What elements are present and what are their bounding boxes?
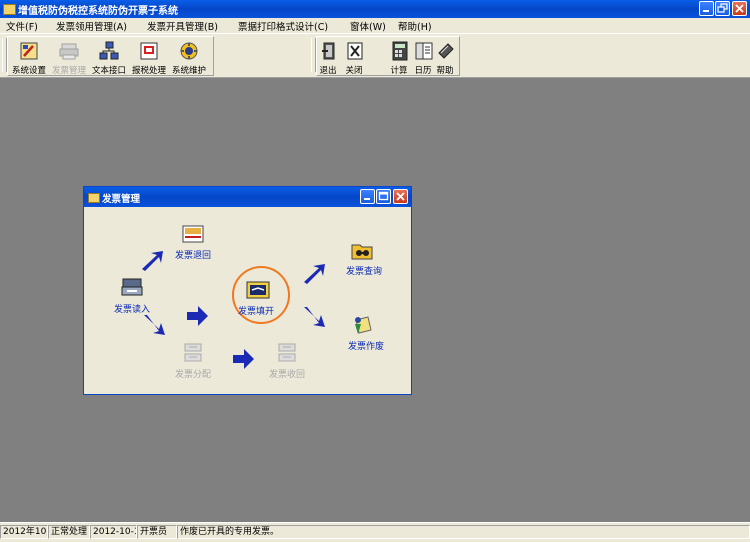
- child-close-button[interactable]: [393, 189, 408, 204]
- node-label: 发票退回: [175, 251, 212, 261]
- menu-help[interactable]: 帮助(H): [398, 19, 432, 33]
- tool-label: 发票管理: [51, 66, 86, 76]
- node-label: 发票填开: [238, 307, 275, 317]
- network-icon: [99, 41, 119, 60]
- tool-text-interface[interactable]: 文本接口: [90, 39, 128, 76]
- arrow-read-to-fill: [187, 306, 208, 326]
- arrow-read-to-distribute: [144, 315, 165, 335]
- calculator-icon: [392, 41, 408, 61]
- arrow-fill-to-query: [304, 264, 325, 284]
- node-label: 发票作废: [348, 342, 385, 352]
- arrow-read-to-return: [142, 251, 163, 271]
- invoice-management-window: 发票管理 发票退回 发票读入 发票填开 发票查询 发票作废 发票分配 发票收回: [83, 186, 412, 395]
- status-message: 作废已开具的专用发票。: [177, 525, 750, 539]
- invoice-void-icon: [355, 316, 372, 334]
- toolbar: 系统设置 发票管理 文本接口 报税处理 系统维护 退出 关闭 计算 日历 帮助: [0, 34, 750, 78]
- tool-close[interactable]: 关闭: [339, 39, 369, 76]
- close-icon: [396, 192, 405, 201]
- node-label: 发票收回: [269, 370, 306, 380]
- close-icon: [735, 4, 744, 13]
- tool-label: 报税处理: [131, 66, 166, 76]
- child-titlebar[interactable]: 发票管理: [84, 187, 411, 207]
- tool-label: 关闭: [345, 66, 363, 76]
- close-button[interactable]: [732, 1, 747, 16]
- tool-label: 帮助: [436, 66, 454, 76]
- menu-print-format[interactable]: 票据打印格式设计(C): [238, 19, 328, 33]
- tax-report-icon: [140, 42, 158, 60]
- invoice-return-icon: [182, 225, 204, 243]
- workflow-panel: 发票退回 发票读入 发票填开 发票查询 发票作废 发票分配 发票收回: [87, 209, 408, 391]
- node-label: 发票查询: [346, 267, 383, 277]
- help-book-icon: [438, 43, 454, 59]
- restore-button[interactable]: [715, 1, 730, 16]
- tool-help[interactable]: 帮助: [430, 39, 460, 76]
- menu-invoice-issue[interactable]: 发票开具管理(B): [147, 19, 218, 33]
- tool-label: 系统维护: [171, 66, 206, 76]
- invoice-recall-icon: [278, 343, 296, 362]
- close-doc-icon: [347, 42, 363, 60]
- minimize-button[interactable]: [699, 1, 714, 16]
- node-label: 发票分配: [175, 370, 212, 380]
- toolbar-group-main: 系统设置 发票管理 文本接口 报税处理 系统维护: [7, 36, 214, 76]
- maintenance-icon: [180, 42, 198, 60]
- minimize-icon: [364, 198, 370, 200]
- tool-label: 文本接口: [91, 66, 126, 76]
- invoice-read-icon: [121, 278, 143, 296]
- arrow-fill-to-void: [304, 307, 325, 327]
- menu-window[interactable]: 窗体(W): [350, 19, 386, 33]
- child-maximize-button[interactable]: [376, 189, 391, 204]
- child-window-title: 发票管理: [102, 194, 141, 205]
- menu-invoice-receive[interactable]: 发票领用管理(A): [56, 19, 127, 33]
- arrow-distribute-to-recall: [233, 349, 254, 369]
- status-role: 开票员: [137, 525, 177, 539]
- tool-tax-report[interactable]: 报税处理: [130, 39, 168, 76]
- status-date: 2012-10-16: [90, 525, 137, 539]
- main-titlebar: 增值税防伪税控系统防伪开票子系统: [0, 0, 750, 18]
- minimize-icon: [703, 10, 709, 12]
- settings-icon: [20, 42, 38, 60]
- printer-icon: [59, 43, 79, 60]
- child-minimize-button[interactable]: [360, 189, 375, 204]
- app-icon: [3, 4, 16, 15]
- status-mode: 正常处理: [48, 525, 90, 539]
- status-period: 2012年10月: [0, 525, 48, 539]
- toolbar-group-utility: 退出 关闭 计算 日历 帮助: [316, 36, 460, 76]
- statusbar: 2012年10月 正常处理 2012-10-16 开票员 作废已开具的专用发票。: [0, 522, 750, 542]
- menu-file[interactable]: 文件(F): [6, 19, 38, 33]
- menubar: 文件(F) 发票领用管理(A) 发票开具管理(B) 票据打印格式设计(C) 窗体…: [0, 18, 750, 34]
- tool-label: 系统设置: [11, 66, 46, 76]
- restore-icon: [717, 3, 728, 13]
- tool-system-settings[interactable]: 系统设置: [10, 39, 48, 76]
- invoice-fill-icon: [246, 281, 270, 299]
- tool-system-maintenance[interactable]: 系统维护: [170, 39, 208, 76]
- invoice-query-icon: [351, 244, 373, 260]
- window-title: 增值税防伪税控系统防伪开票子系统: [18, 6, 178, 17]
- maximize-icon: [378, 191, 389, 201]
- invoice-distribute-icon: [184, 343, 202, 362]
- child-window-icon: [88, 193, 100, 203]
- exit-icon: [322, 42, 335, 60]
- tool-invoice-management: 发票管理: [50, 39, 88, 76]
